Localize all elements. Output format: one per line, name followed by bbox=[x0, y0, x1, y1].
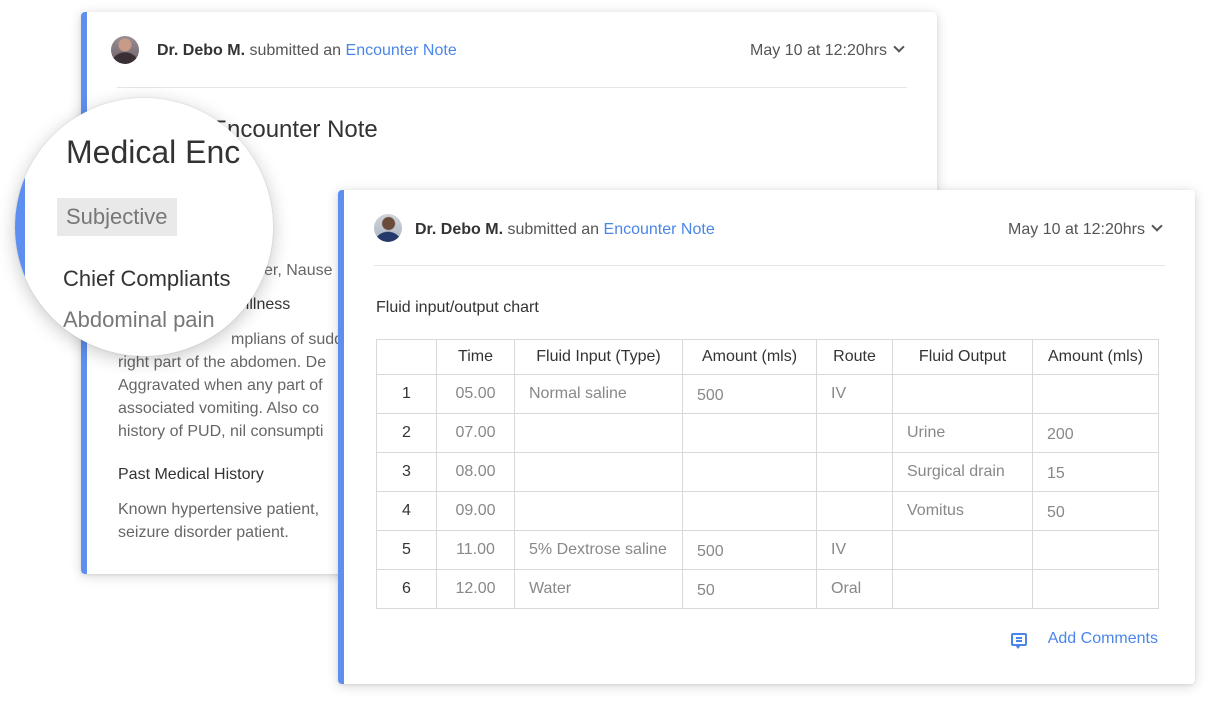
row-number: 3 bbox=[376, 452, 437, 492]
header-divider bbox=[374, 265, 1165, 266]
fluid-output-cell: Vomitus bbox=[892, 491, 1033, 531]
column-header: Fluid Input (Type) bbox=[514, 339, 683, 375]
magnified-card-stripe bbox=[15, 178, 25, 298]
back-date-dropdown[interactable]: May 10 at 12:20hrs bbox=[750, 41, 905, 60]
fluid-output-cell: Surgical drain bbox=[892, 452, 1033, 492]
column-header: Route bbox=[816, 339, 893, 375]
input-amount-cell: 500 bbox=[682, 374, 817, 414]
row-number: 4 bbox=[376, 491, 437, 531]
column-header: Time bbox=[436, 339, 515, 375]
action-text: submitted an bbox=[507, 221, 600, 238]
table-row: 2 07.00 Urine 200 bbox=[376, 413, 1159, 453]
table-row: 6 12.00 Water 50 Oral bbox=[376, 569, 1159, 609]
time-cell: 11.00 bbox=[436, 530, 515, 570]
fluid-output-cell bbox=[892, 569, 1033, 609]
fluid-input-cell: Water bbox=[514, 569, 683, 609]
date-text: May 10 at 12:20hrs bbox=[1008, 221, 1145, 238]
back-byline: Dr. Debo M. submitted an Encounter Note bbox=[157, 42, 457, 60]
past-history-heading: Past Medical History bbox=[118, 466, 264, 483]
chevron-down-icon bbox=[1151, 220, 1163, 232]
input-amount-cell bbox=[682, 452, 817, 492]
fluid-input-cell: 5% Dextrose saline bbox=[514, 530, 683, 570]
route-cell: Oral bbox=[816, 569, 893, 609]
output-amount-cell bbox=[1032, 530, 1159, 570]
time-cell: 08.00 bbox=[436, 452, 515, 492]
subjective-chip: Subjective bbox=[57, 198, 177, 236]
present-illness-line: history of PUD, nil consumpti bbox=[118, 423, 324, 440]
route-cell bbox=[816, 491, 893, 531]
header-divider bbox=[117, 87, 907, 88]
input-amount-cell: 50 bbox=[682, 569, 817, 609]
table-row: 1 05.00 Normal saline 500 IV bbox=[376, 374, 1159, 414]
fluid-input-cell bbox=[514, 491, 683, 531]
comment-icon bbox=[1010, 632, 1027, 649]
author-avatar[interactable] bbox=[111, 36, 139, 64]
column-header: Amount (mls) bbox=[682, 339, 817, 375]
front-byline: Dr. Debo M. submitted an Encounter Note bbox=[415, 221, 715, 239]
row-number: 6 bbox=[376, 569, 437, 609]
back-card-header: Dr. Debo M. submitted an Encounter Note … bbox=[111, 34, 907, 66]
add-comments-button[interactable]: Add Comments bbox=[1010, 630, 1158, 649]
fluid-output-cell bbox=[892, 530, 1033, 570]
route-cell: IV bbox=[816, 374, 893, 414]
route-cell bbox=[816, 452, 893, 492]
fluid-output-cell bbox=[892, 374, 1033, 414]
table-row: 5 11.00 5% Dextrose saline 500 IV bbox=[376, 530, 1159, 570]
present-illness-line: Aggravated when any part of bbox=[118, 377, 323, 394]
row-number: 1 bbox=[376, 374, 437, 414]
past-history-line: Known hypertensive patient, bbox=[118, 501, 320, 518]
fluid-input-cell: Normal saline bbox=[514, 374, 683, 414]
output-amount-cell: 15 bbox=[1032, 452, 1159, 492]
row-number: 5 bbox=[376, 530, 437, 570]
table-row: 4 09.00 Vomitus 50 bbox=[376, 491, 1159, 531]
chevron-down-icon bbox=[893, 41, 905, 53]
magnified-title: Medical Enc bbox=[66, 134, 241, 170]
time-cell: 05.00 bbox=[436, 374, 515, 414]
encounter-note-link[interactable]: Encounter Note bbox=[604, 221, 715, 238]
output-amount-cell: 50 bbox=[1032, 491, 1159, 531]
time-cell: 09.00 bbox=[436, 491, 515, 531]
magnifier-lens: Medical Enc Subjective Chief Compliants … bbox=[15, 98, 273, 356]
front-date-dropdown[interactable]: May 10 at 12:20hrs bbox=[1008, 220, 1163, 239]
time-cell: 07.00 bbox=[436, 413, 515, 453]
author-name[interactable]: Dr. Debo M. bbox=[157, 42, 245, 59]
input-amount-cell bbox=[682, 491, 817, 531]
add-comments-label: Add Comments bbox=[1047, 630, 1158, 647]
route-cell: IV bbox=[816, 530, 893, 570]
table-row: 3 08.00 Surgical drain 15 bbox=[376, 452, 1159, 492]
table-header-row: Time Fluid Input (Type) Amount (mls) Rou… bbox=[376, 339, 1159, 375]
output-amount-cell: 200 bbox=[1032, 413, 1159, 453]
column-header bbox=[376, 339, 437, 375]
encounter-note-link[interactable]: Encounter Note bbox=[346, 42, 457, 59]
output-amount-cell bbox=[1032, 374, 1159, 414]
author-name[interactable]: Dr. Debo M. bbox=[415, 221, 503, 238]
chief-complaints-value: Abdominal pain bbox=[63, 307, 215, 332]
route-cell bbox=[816, 413, 893, 453]
chief-complaints-heading: Chief Compliants bbox=[63, 266, 231, 291]
present-illness-line: associated vomiting. Also co bbox=[118, 400, 319, 417]
row-number: 2 bbox=[376, 413, 437, 453]
fluid-output-cell: Urine bbox=[892, 413, 1033, 453]
column-header: Amount (mls) bbox=[1032, 339, 1159, 375]
past-history-line: seizure disorder patient. bbox=[118, 524, 289, 541]
input-amount-cell: 500 bbox=[682, 530, 817, 570]
front-encounter-card: Dr. Debo M. submitted an Encounter Note … bbox=[338, 190, 1195, 684]
output-amount-cell bbox=[1032, 569, 1159, 609]
column-header: Fluid Output bbox=[892, 339, 1033, 375]
input-amount-cell bbox=[682, 413, 817, 453]
fluid-input-cell bbox=[514, 452, 683, 492]
front-card-header: Dr. Debo M. submitted an Encounter Note … bbox=[374, 213, 1165, 245]
action-text: submitted an bbox=[249, 42, 342, 59]
fluid-input-cell bbox=[514, 413, 683, 453]
fluid-chart-table: Time Fluid Input (Type) Amount (mls) Rou… bbox=[376, 339, 1159, 609]
author-avatar[interactable] bbox=[374, 214, 402, 242]
date-text: May 10 at 12:20hrs bbox=[750, 42, 887, 59]
chart-title: Fluid input/output chart bbox=[376, 299, 539, 316]
time-cell: 12.00 bbox=[436, 569, 515, 609]
